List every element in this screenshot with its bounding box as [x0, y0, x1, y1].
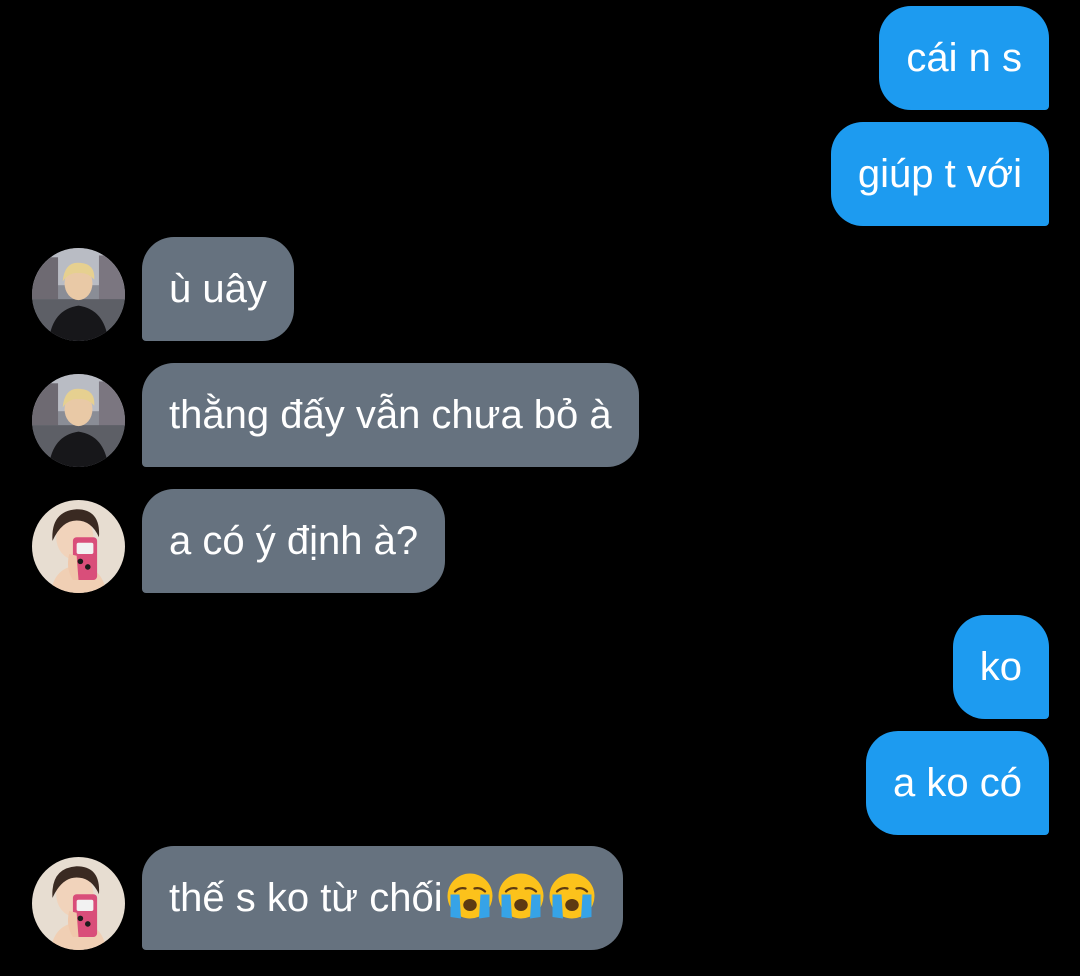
- message-bubble-received[interactable]: thế s ko từ chối: [142, 846, 623, 950]
- avatar-blond-hoodie[interactable]: [32, 248, 125, 341]
- chat-thread: cái n s giúp t với ù uây thằng đấy vẫn c…: [0, 0, 1080, 962]
- emoji-group: [443, 872, 596, 922]
- message-bubble-sent[interactable]: a ko có: [866, 731, 1049, 835]
- loudly-crying-face-icon: [497, 872, 545, 920]
- message-bubble-received[interactable]: a có ý định à?: [142, 489, 446, 593]
- message-bubble-sent[interactable]: ko: [952, 615, 1049, 719]
- message-bubble-received[interactable]: ù uây: [142, 237, 294, 341]
- message-bubble-sent[interactable]: giúp t với: [830, 122, 1049, 226]
- message-text: thế s ko từ chối: [169, 876, 443, 920]
- message-bubble-sent[interactable]: cái n s: [879, 6, 1049, 110]
- loudly-crying-face-icon: [446, 872, 494, 920]
- message-bubble-received[interactable]: thằng đấy vẫn chưa bỏ à: [142, 363, 639, 467]
- avatar-mirror-selfie[interactable]: [32, 857, 125, 950]
- avatar-mirror-selfie[interactable]: [32, 500, 125, 593]
- avatar-blond-hoodie[interactable]: [32, 374, 125, 467]
- loudly-crying-face-icon: [548, 872, 596, 920]
